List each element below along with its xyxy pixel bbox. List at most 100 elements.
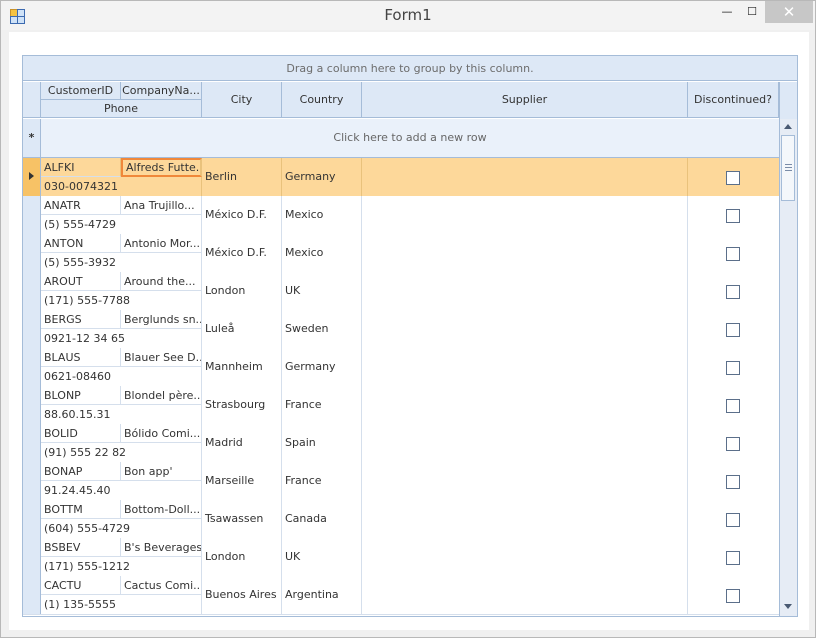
discontinued-checkbox[interactable] xyxy=(726,209,740,223)
cell-country[interactable]: France xyxy=(282,462,362,500)
cell-supplier[interactable] xyxy=(362,158,688,196)
close-button[interactable]: ✕ xyxy=(765,1,813,23)
cell-country[interactable]: France xyxy=(282,386,362,424)
cell-city[interactable]: México D.F. xyxy=(202,234,282,272)
cell-supplier[interactable] xyxy=(362,310,688,348)
cell-discontinued[interactable] xyxy=(688,462,779,500)
table-row[interactable]: BERGS Berglunds sn... 0921-12 34 65 Luleå Sw… xyxy=(23,310,779,349)
discontinued-checkbox[interactable] xyxy=(726,437,740,451)
cell-supplier[interactable] xyxy=(362,424,688,462)
cell-discontinued[interactable] xyxy=(688,158,779,196)
cell-customerid[interactable]: BLONP xyxy=(41,386,121,405)
cell-customerid[interactable]: CACTU xyxy=(41,576,121,595)
table-row[interactable]: BOLID Bólido Comi... (91) 555 22 82 Madrid S… xyxy=(23,424,779,463)
cell-companyname[interactable]: Antonio Mor... xyxy=(121,234,202,253)
cell-city[interactable]: Strasbourg xyxy=(202,386,282,424)
row-indicator[interactable] xyxy=(23,538,41,576)
cell-discontinued[interactable] xyxy=(688,272,779,310)
cell-discontinued[interactable] xyxy=(688,310,779,348)
minimize-button[interactable]: — xyxy=(713,1,741,23)
cell-companyname[interactable]: Bólido Comi... xyxy=(121,424,202,443)
cell-phone[interactable]: (171) 555-7788 xyxy=(41,291,202,310)
cell-supplier[interactable] xyxy=(362,386,688,424)
scroll-down-arrow-icon[interactable] xyxy=(784,604,792,609)
cell-supplier[interactable] xyxy=(362,348,688,386)
table-row[interactable]: CACTU Cactus Comi... (1) 135-5555 Buenos Ai… xyxy=(23,576,779,615)
header-supplier[interactable]: Supplier xyxy=(362,82,688,118)
discontinued-checkbox[interactable] xyxy=(726,399,740,413)
table-row[interactable]: BLONP Blondel père... 88.60.15.31 Strasbour… xyxy=(23,386,779,425)
row-indicator[interactable] xyxy=(23,310,41,348)
cell-city[interactable]: Tsawassen xyxy=(202,500,282,538)
cell-country[interactable]: UK xyxy=(282,272,362,310)
cell-phone[interactable]: (5) 555-3932 xyxy=(41,253,202,272)
cell-supplier[interactable] xyxy=(362,196,688,234)
scrollbar-thumb[interactable] xyxy=(781,135,795,201)
cell-supplier[interactable] xyxy=(362,538,688,576)
cell-country[interactable]: Argentina xyxy=(282,576,362,614)
cell-discontinued[interactable] xyxy=(688,348,779,386)
cell-customerid[interactable]: BOLID xyxy=(41,424,121,443)
cell-country[interactable]: Mexico xyxy=(282,234,362,272)
discontinued-checkbox[interactable] xyxy=(726,475,740,489)
cell-discontinued[interactable] xyxy=(688,424,779,462)
cell-discontinued[interactable] xyxy=(688,386,779,424)
cell-customerid[interactable]: ALFKI xyxy=(41,158,121,177)
group-by-panel[interactable]: Drag a column here to group by this colu… xyxy=(23,56,797,81)
cell-phone[interactable]: 88.60.15.31 xyxy=(41,405,202,424)
cell-city[interactable]: Mannheim xyxy=(202,348,282,386)
cell-customerid[interactable]: BSBEV xyxy=(41,538,121,557)
cell-country[interactable]: Sweden xyxy=(282,310,362,348)
cell-country[interactable]: UK xyxy=(282,538,362,576)
cell-phone[interactable]: 0921-12 34 65 xyxy=(41,329,202,348)
cell-country[interactable]: Spain xyxy=(282,424,362,462)
cell-companyname[interactable]: Blondel père... xyxy=(121,386,202,405)
cell-city[interactable]: Luleå xyxy=(202,310,282,348)
cell-city[interactable]: Buenos Aires xyxy=(202,576,282,614)
new-row[interactable]: * Click here to add a new row xyxy=(23,119,779,158)
table-row[interactable]: ANATR Ana Trujillo... (5) 555-4729 México D… xyxy=(23,196,779,235)
cell-customerid[interactable]: BLAUS xyxy=(41,348,121,367)
table-row[interactable]: BOTTM Bottom-Doll... (604) 555-4729 Tsawass… xyxy=(23,500,779,539)
cell-phone[interactable]: (604) 555-4729 xyxy=(41,519,202,538)
cell-discontinued[interactable] xyxy=(688,538,779,576)
cell-city[interactable]: Marseille xyxy=(202,462,282,500)
cell-country[interactable]: Germany xyxy=(282,158,362,196)
row-indicator[interactable] xyxy=(23,234,41,272)
discontinued-checkbox[interactable] xyxy=(726,551,740,565)
cell-companyname[interactable]: Around the... xyxy=(121,272,202,291)
header-customerid[interactable]: CustomerID xyxy=(41,82,121,100)
cell-supplier[interactable] xyxy=(362,462,688,500)
discontinued-checkbox[interactable] xyxy=(726,247,740,261)
cell-phone[interactable]: (5) 555-4729 xyxy=(41,215,202,234)
discontinued-checkbox[interactable] xyxy=(726,589,740,603)
cell-discontinued[interactable] xyxy=(688,196,779,234)
cell-country[interactable]: Mexico xyxy=(282,196,362,234)
row-indicator[interactable] xyxy=(23,386,41,424)
row-indicator[interactable] xyxy=(23,272,41,310)
discontinued-checkbox[interactable] xyxy=(726,171,740,185)
cell-country[interactable]: Canada xyxy=(282,500,362,538)
row-indicator[interactable] xyxy=(23,424,41,462)
cell-companyname[interactable]: Blauer See D... xyxy=(121,348,202,367)
row-indicator[interactable] xyxy=(23,576,41,614)
cell-discontinued[interactable] xyxy=(688,576,779,614)
discontinued-checkbox[interactable] xyxy=(726,323,740,337)
cell-discontinued[interactable] xyxy=(688,500,779,538)
header-discontinued[interactable]: Discontinued? xyxy=(688,82,779,118)
cell-phone[interactable]: (171) 555-1212 xyxy=(41,557,202,576)
cell-companyname[interactable]: Ana Trujillo... xyxy=(121,196,202,215)
cell-city[interactable]: Berlin xyxy=(202,158,282,196)
cell-companyname[interactable]: B's Beverages xyxy=(121,538,202,557)
maximize-button[interactable]: ☐ xyxy=(739,1,765,23)
cell-companyname[interactable]: Cactus Comi... xyxy=(121,576,202,595)
cell-phone[interactable]: (1) 135-5555 xyxy=(41,595,202,614)
title-bar[interactable]: Form1 — ☐ ✕ xyxy=(1,1,815,30)
cell-companyname[interactable]: Bottom-Doll... xyxy=(121,500,202,519)
row-indicator[interactable] xyxy=(23,462,41,500)
cell-city[interactable]: Madrid xyxy=(202,424,282,462)
cell-supplier[interactable] xyxy=(362,272,688,310)
row-indicator[interactable] xyxy=(23,348,41,386)
discontinued-checkbox[interactable] xyxy=(726,361,740,375)
cell-city[interactable]: London xyxy=(202,272,282,310)
